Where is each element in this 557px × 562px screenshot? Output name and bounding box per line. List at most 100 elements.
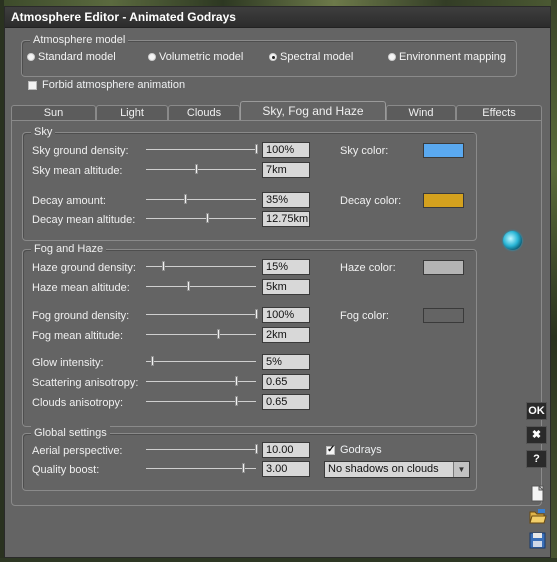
haze-ground-density-field[interactable]: 15% bbox=[262, 259, 310, 275]
radio-indicator bbox=[27, 53, 35, 61]
slider-thumb[interactable] bbox=[205, 213, 209, 223]
radio-spectral-model[interactable]: Spectral model bbox=[269, 51, 353, 63]
radio-label: Standard model bbox=[38, 51, 116, 63]
fog-color-swatch[interactable] bbox=[423, 308, 464, 323]
aerial-perspective-slider[interactable] bbox=[146, 444, 258, 455]
quality-boost-label: Quality boost: bbox=[32, 464, 100, 476]
tab-bar: Sun Light Clouds Sky, Fog and Haze Wind … bbox=[11, 101, 542, 121]
shadows-dropdown[interactable]: No shadows on clouds ▼ bbox=[324, 461, 470, 478]
tab-sun[interactable]: Sun bbox=[11, 105, 96, 120]
scattering-anisotropy-field[interactable]: 0.65 bbox=[262, 374, 310, 390]
slider-thumb[interactable] bbox=[186, 281, 190, 291]
help-button[interactable]: ? bbox=[526, 450, 547, 468]
slider-thumb[interactable] bbox=[216, 329, 220, 339]
slider-thumb[interactable] bbox=[255, 444, 258, 454]
chevron-down-icon[interactable]: ▼ bbox=[453, 462, 469, 477]
forbid-animation-checkbox[interactable]: Forbid atmosphere animation bbox=[28, 79, 185, 91]
checkbox-box bbox=[326, 444, 335, 455]
fog-color-label: Fog color: bbox=[340, 310, 389, 322]
slider-thumb[interactable] bbox=[161, 261, 165, 271]
decay-mean-altitude-slider[interactable] bbox=[146, 213, 256, 224]
slider-thumb[interactable] bbox=[150, 356, 154, 366]
slider-thumb[interactable] bbox=[235, 376, 239, 386]
haze-color-swatch[interactable] bbox=[423, 260, 464, 275]
sky-mean-altitude-field[interactable]: 7km bbox=[262, 162, 310, 178]
radio-indicator bbox=[269, 53, 277, 61]
sky-mean-altitude-slider[interactable] bbox=[146, 164, 256, 175]
radio-label: Spectral model bbox=[280, 51, 354, 63]
sky-color-swatch[interactable] bbox=[423, 143, 464, 158]
haze-ground-density-slider[interactable] bbox=[146, 261, 256, 272]
fog-ground-density-field[interactable]: 100% bbox=[262, 307, 310, 323]
glow-intensity-label: Glow intensity: bbox=[32, 357, 104, 369]
forbid-animation-label: Forbid atmosphere animation bbox=[42, 79, 186, 91]
shadows-dropdown-value: No shadows on clouds bbox=[328, 463, 439, 475]
fog-mean-altitude-field[interactable]: 2km bbox=[262, 327, 310, 343]
godrays-label: Godrays bbox=[340, 444, 382, 456]
haze-mean-altitude-slider[interactable] bbox=[146, 281, 256, 292]
slider-thumb[interactable] bbox=[194, 164, 198, 174]
atmosphere-editor-window: Atmosphere Editor - Animated Godrays Atm… bbox=[4, 6, 551, 558]
sky-mean-altitude-label: Sky mean altitude: bbox=[32, 165, 123, 177]
haze-mean-altitude-field[interactable]: 5km bbox=[262, 279, 310, 295]
slider-thumb[interactable] bbox=[255, 309, 258, 319]
quality-boost-field[interactable]: 3.00 bbox=[262, 461, 310, 477]
godrays-checkbox[interactable]: Godrays bbox=[326, 444, 382, 456]
fog-mean-altitude-slider[interactable] bbox=[146, 329, 256, 340]
window-title: Atmosphere Editor - Animated Godrays bbox=[11, 10, 236, 24]
slider-thumb[interactable] bbox=[235, 396, 239, 406]
title-bar[interactable]: Atmosphere Editor - Animated Godrays bbox=[5, 7, 550, 28]
clouds-anisotropy-slider[interactable] bbox=[146, 396, 256, 407]
decay-mean-altitude-label: Decay mean altitude: bbox=[32, 214, 136, 226]
sky-ground-density-label: Sky ground density: bbox=[32, 145, 129, 157]
tab-effects[interactable]: Effects bbox=[456, 105, 542, 120]
sky-ground-density-slider[interactable] bbox=[146, 144, 258, 155]
close-button[interactable]: ✖ bbox=[526, 426, 547, 444]
sky-group-title: Sky bbox=[31, 125, 56, 139]
fog-mean-altitude-label: Fog mean altitude: bbox=[32, 330, 124, 342]
sky-ground-density-field[interactable]: 100% bbox=[262, 142, 310, 158]
decay-amount-field[interactable]: 35% bbox=[262, 192, 310, 208]
tab-light[interactable]: Light bbox=[96, 105, 168, 120]
radio-indicator bbox=[388, 53, 396, 61]
open-folder-icon[interactable] bbox=[527, 507, 548, 527]
radio-indicator bbox=[148, 53, 156, 61]
radio-environment-mapping[interactable]: Environment mapping bbox=[388, 51, 506, 63]
decay-color-swatch[interactable] bbox=[423, 193, 464, 208]
decay-amount-label: Decay amount: bbox=[32, 195, 106, 207]
slider-thumb[interactable] bbox=[255, 144, 258, 154]
background-scene-right bbox=[551, 0, 557, 562]
slider-thumb[interactable] bbox=[183, 194, 187, 204]
new-file-icon[interactable] bbox=[527, 484, 548, 504]
slider-thumb[interactable] bbox=[241, 463, 245, 473]
global-settings-title: Global settings bbox=[31, 426, 110, 440]
clouds-anisotropy-field[interactable]: 0.65 bbox=[262, 394, 310, 410]
glow-intensity-slider[interactable] bbox=[146, 356, 256, 367]
radio-volumetric-model[interactable]: Volumetric model bbox=[148, 51, 243, 63]
tab-clouds[interactable]: Clouds bbox=[168, 105, 240, 120]
decay-amount-slider[interactable] bbox=[146, 194, 256, 205]
ok-button[interactable]: OK bbox=[526, 402, 547, 420]
radio-standard-model[interactable]: Standard model bbox=[27, 51, 116, 63]
haze-color-label: Haze color: bbox=[340, 262, 396, 274]
globe-icon[interactable] bbox=[503, 231, 522, 250]
fog-ground-density-label: Fog ground density: bbox=[32, 310, 130, 322]
scattering-anisotropy-slider[interactable] bbox=[146, 376, 256, 387]
save-disk-icon[interactable] bbox=[527, 530, 548, 550]
fog-haze-group-title: Fog and Haze bbox=[31, 242, 107, 256]
checkbox-box bbox=[28, 80, 37, 90]
haze-mean-altitude-label: Haze mean altitude: bbox=[32, 282, 130, 294]
radio-label: Volumetric model bbox=[159, 51, 244, 63]
background-scene-bottom bbox=[0, 558, 557, 562]
fog-ground-density-slider[interactable] bbox=[146, 309, 258, 320]
haze-ground-density-label: Haze ground density: bbox=[32, 262, 136, 274]
aerial-perspective-field[interactable]: 10.00 bbox=[262, 442, 310, 458]
quality-boost-slider[interactable] bbox=[146, 463, 256, 474]
tab-wind[interactable]: Wind bbox=[386, 105, 456, 120]
scattering-anisotropy-label: Scattering anisotropy: bbox=[32, 377, 139, 389]
glow-intensity-field[interactable]: 5% bbox=[262, 354, 310, 370]
decay-mean-altitude-field[interactable]: 12.75km bbox=[262, 211, 310, 227]
sky-color-label: Sky color: bbox=[340, 145, 389, 157]
tab-sky-fog-haze[interactable]: Sky, Fog and Haze bbox=[240, 101, 386, 121]
radio-label: Environment mapping bbox=[399, 51, 507, 63]
